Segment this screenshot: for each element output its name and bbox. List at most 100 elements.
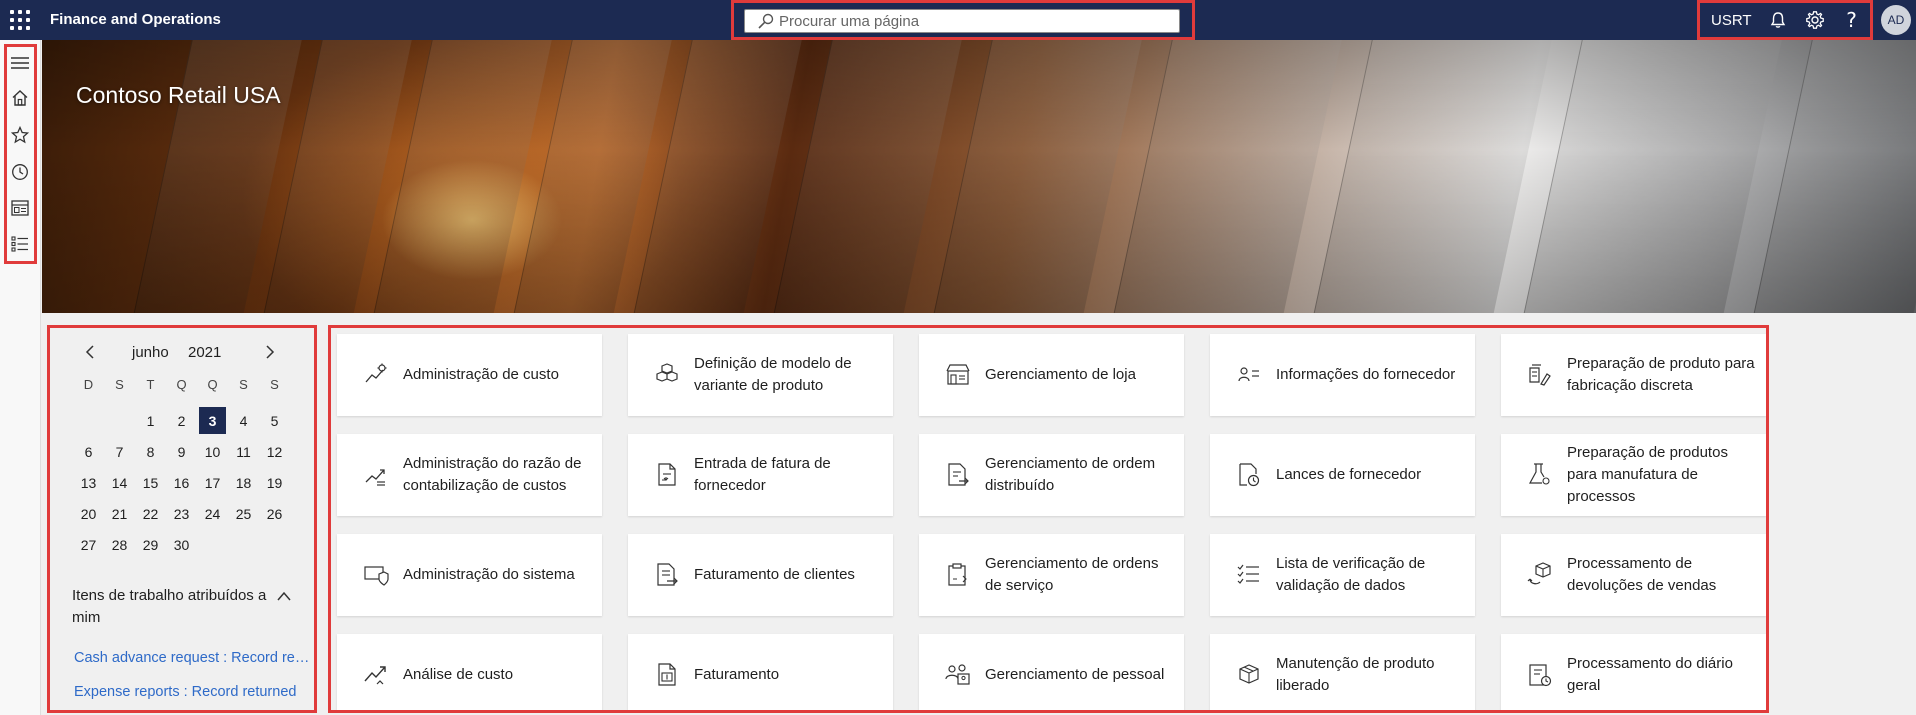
calendar-day[interactable]: 27 [73,529,104,560]
calendar-day[interactable]: 10 [197,436,228,467]
workspace-tile[interactable]: Processamento de devoluções de vendas [1501,534,1766,616]
calendar-day[interactable]: 6 [73,436,104,467]
workspace-tile[interactable]: Administração do razão de contabilização… [337,434,602,516]
calendar-day[interactable]: 5 [259,405,290,436]
next-month-chevron-icon[interactable] [260,342,280,362]
cost-admin-icon [363,362,389,388]
calendar-day[interactable]: 14 [104,467,135,498]
workspace-tile[interactable]: Gerenciamento de pessoal [919,634,1184,710]
contact-card-icon [1236,362,1262,388]
workspace-tile[interactable]: Preparação de produtos para manufatura d… [1501,434,1766,516]
calendar-month[interactable]: junho [132,344,169,361]
workspace-tiles-grid: Administração de custo Definição de model… [337,334,1766,710]
workspace-tile-label: Manutenção de produto liberado [1276,655,1435,694]
workspace-tile[interactable]: Faturamento [628,634,893,710]
app-title[interactable]: Finance and Operations [50,11,221,28]
settings-gear-icon[interactable] [1796,3,1833,37]
workspace-tile-label: Faturamento de clientes [694,566,855,583]
workspace-tile[interactable]: Faturamento de clientes [628,534,893,616]
work-item-link[interactable]: Expense reports : Record returned [74,684,310,700]
calendar-day[interactable]: 18 [228,467,259,498]
favorites-star-icon[interactable] [7,120,33,150]
recent-clock-icon[interactable] [7,157,33,187]
calendar-day[interactable]: 20 [73,498,104,529]
weekday-label: Q [207,376,218,392]
journal-icon [1527,662,1553,688]
product-box-icon [1236,662,1262,688]
calendar-day[interactable]: 8 [135,436,166,467]
workspaces-icon[interactable] [7,193,33,223]
workspace-tile-label: Faturamento [694,666,780,683]
workspace-tile[interactable]: Lista de verificação de validação de dad… [1210,534,1475,616]
calendar-day[interactable]: 21 [104,498,135,529]
calendar-day[interactable]: 30 [166,529,197,560]
work-item-link[interactable]: Cash advance request : Record ret... [74,650,310,666]
calendar-day[interactable]: 13 [73,467,104,498]
workspace-tile[interactable]: Gerenciamento de ordem distribuído [919,434,1184,516]
workspace-tile-label: Processamento de devoluções de vendas [1567,555,1717,594]
calendar-day[interactable]: 26 [259,498,290,529]
workspace-tile[interactable]: Preparação de produto para fabricação di… [1501,334,1766,416]
calendar-day[interactable]: 4 [228,405,259,436]
avatar[interactable]: AD [1881,5,1911,35]
calendar-day[interactable]: 12 [259,436,290,467]
calendar-blank [104,405,135,436]
workspace-tile[interactable]: Administração de custo [337,334,602,416]
calendar-day[interactable]: 22 [135,498,166,529]
workspace-tile[interactable]: Definição de modelo de variante de produ… [628,334,893,416]
calendar-day[interactable]: 24 [197,498,228,529]
previous-month-chevron-icon[interactable] [80,342,100,362]
calendar-day[interactable]: 1 [135,405,166,436]
company-picker[interactable]: USRT [1711,12,1752,29]
workspace-tile-label: Gerenciamento de loja [985,366,1136,383]
calendar-day[interactable]: 29 [135,529,166,560]
calendar-day[interactable]: 11 [228,436,259,467]
workspace-tile[interactable]: Manutenção de produto liberado [1210,634,1475,710]
top-bar: Finance and Operations USRT ? [0,0,1916,40]
calendar-day[interactable]: 7 [104,436,135,467]
workspace-tile-label: Administração do sistema [403,566,575,583]
app-launcher-icon[interactable] [10,10,30,30]
workspace-tiles-panel: Administração de custo Definição de model… [328,325,1769,713]
calendar-day[interactable]: 25 [228,498,259,529]
workspace-tile-label: Lances de fornecedor [1276,466,1422,483]
calendar-day[interactable]: 15 [135,467,166,498]
workspace-tile[interactable]: Gerenciamento de ordens de serviço [919,534,1184,616]
system-shield-icon [363,562,389,588]
invoice-dollar-icon [654,662,680,688]
invoice-icon [654,462,680,488]
home-icon[interactable] [7,83,33,113]
workspace-tile[interactable]: Entrada de fatura de fornecedor [628,434,893,516]
workspace-tile[interactable]: Administração do sistema [337,534,602,616]
workspace-tile[interactable]: Lances de fornecedor [1210,434,1475,516]
collapse-chevron-up-icon[interactable] [276,590,292,602]
hero-shade [42,40,1916,313]
workspace-tile[interactable]: Informações do fornecedor [1210,334,1475,416]
search-box[interactable] [744,9,1180,33]
search-input[interactable] [779,12,1159,30]
order-document-icon [945,462,971,488]
calendar-day[interactable]: 19 [259,467,290,498]
calendar-header: junho 2021 [80,342,280,362]
workspace-tile[interactable]: Gerenciamento de loja [919,334,1184,416]
calendar-day[interactable]: 23 [166,498,197,529]
calendar-year[interactable]: 2021 [188,344,221,361]
notifications-bell-icon[interactable] [1760,3,1797,37]
calendar-day[interactable]: 16 [166,467,197,498]
ledger-chart-icon [363,462,389,488]
hamburger-menu-icon[interactable] [7,48,33,78]
help-icon[interactable]: ? [1833,3,1870,37]
checklist-icon [1236,562,1262,588]
calendar-day[interactable]: 9 [166,436,197,467]
modules-list-icon[interactable] [7,229,33,259]
weekday-label: D [83,376,94,392]
calendar-day[interactable]: 2 [166,405,197,436]
workspace-tile[interactable]: Análise de custo [337,634,602,710]
workspace-tile[interactable]: Processamento do diário geral [1501,634,1766,710]
hero-banner: Contoso Retail USA [42,40,1916,313]
calendar-panel: junho 2021 D S T Q Q S S 1 2 3 4 5 6 7 8 9 10 11 12 13 14 15 1… [47,325,317,713]
calendar-day-selected[interactable]: 3 [199,407,226,434]
calendar-day[interactable]: 17 [197,467,228,498]
calendar-day[interactable]: 28 [104,529,135,560]
manufacturing-icon [1527,362,1553,388]
